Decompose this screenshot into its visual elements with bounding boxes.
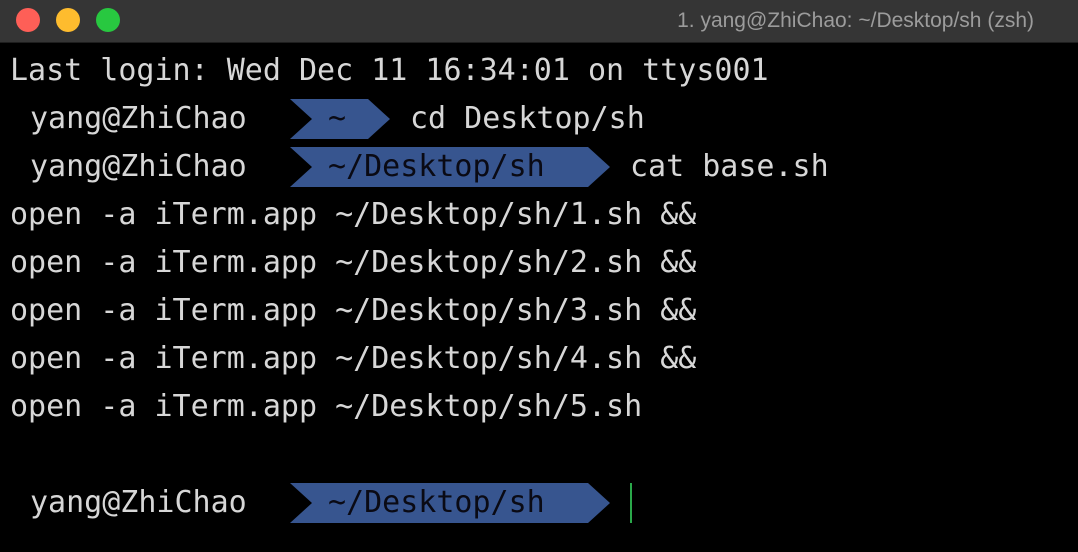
- last-login-line: Last login: Wed Dec 11 16:34:01 on ttys0…: [10, 53, 769, 88]
- prompt-user: yang@ZhiChao: [30, 485, 247, 520]
- prompt-command: cat base.sh: [630, 149, 829, 184]
- zoom-button[interactable]: [96, 8, 120, 32]
- output-line: open -a iTerm.app ~/Desktop/sh/1.sh &&: [10, 197, 697, 232]
- output-line: open -a iTerm.app ~/Desktop/sh/4.sh &&: [10, 341, 697, 376]
- minimize-button[interactable]: [56, 8, 80, 32]
- window-title: 1. yang@ZhiChao: ~/Desktop/sh (zsh): [677, 9, 1034, 32]
- prompt-user: yang@ZhiChao: [30, 101, 247, 136]
- output-line: open -a iTerm.app ~/Desktop/sh/2.sh &&: [10, 245, 697, 280]
- prompt-path: ~/Desktop/sh: [328, 485, 545, 520]
- text-cursor: [630, 483, 632, 523]
- prompt-path: ~: [328, 101, 347, 136]
- prompt-path: ~/Desktop/sh: [328, 149, 545, 184]
- prompt-user: yang@ZhiChao: [30, 149, 247, 184]
- output-line: open -a iTerm.app ~/Desktop/sh/3.sh &&: [10, 293, 697, 328]
- close-button[interactable]: [16, 8, 40, 32]
- terminal-content[interactable]: Last login: Wed Dec 11 16:34:01 on ttys0…: [0, 43, 1078, 552]
- terminal-window: 1. yang@ZhiChao: ~/Desktop/sh (zsh) Last…: [0, 0, 1078, 552]
- prompt-command: cd Desktop/sh: [410, 101, 645, 136]
- title-bar[interactable]: 1. yang@ZhiChao: ~/Desktop/sh (zsh): [0, 0, 1078, 43]
- output-line: open -a iTerm.app ~/Desktop/sh/5.sh: [10, 389, 643, 424]
